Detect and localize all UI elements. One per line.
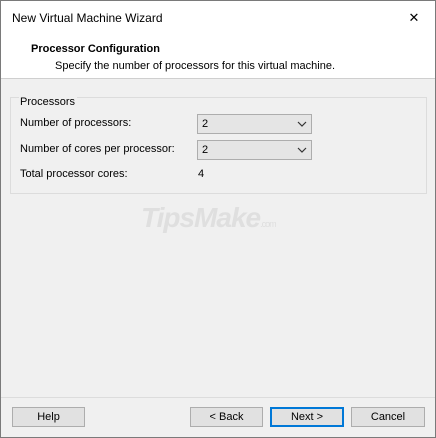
total-cores-label: Total processor cores: <box>20 168 128 180</box>
page-title: Processor Configuration <box>31 43 160 55</box>
chevron-down-icon <box>297 121 307 127</box>
num-processors-value: 2 <box>202 118 209 130</box>
close-button[interactable]: ✕ <box>393 1 435 34</box>
cancel-button[interactable]: Cancel <box>351 407 425 427</box>
num-processors-label: Number of processors: <box>20 117 132 129</box>
page-subtitle: Specify the number of processors for thi… <box>55 60 336 72</box>
cores-per-processor-select[interactable]: 2 <box>197 140 312 160</box>
wizard-header: Processor Configuration Specify the numb… <box>1 34 435 79</box>
chevron-down-icon <box>297 147 307 153</box>
wizard-window: New Virtual Machine Wizard ✕ Processor C… <box>0 0 436 438</box>
footer-divider <box>1 397 435 398</box>
help-button[interactable]: Help <box>12 407 85 427</box>
total-cores-value: 4 <box>198 168 205 180</box>
close-icon: ✕ <box>408 10 420 25</box>
back-button[interactable]: < Back <box>190 407 263 427</box>
title-bar: New Virtual Machine Wizard ✕ <box>1 1 435 34</box>
cores-per-processor-label: Number of cores per processor: <box>20 143 175 155</box>
window-title: New Virtual Machine Wizard <box>12 11 163 25</box>
cores-per-processor-value: 2 <box>202 144 209 156</box>
next-button[interactable]: Next > <box>270 407 344 427</box>
num-processors-select[interactable]: 2 <box>197 114 312 134</box>
processors-group-label: Processors <box>19 96 78 108</box>
watermark: TipsMake.com <box>141 202 277 233</box>
